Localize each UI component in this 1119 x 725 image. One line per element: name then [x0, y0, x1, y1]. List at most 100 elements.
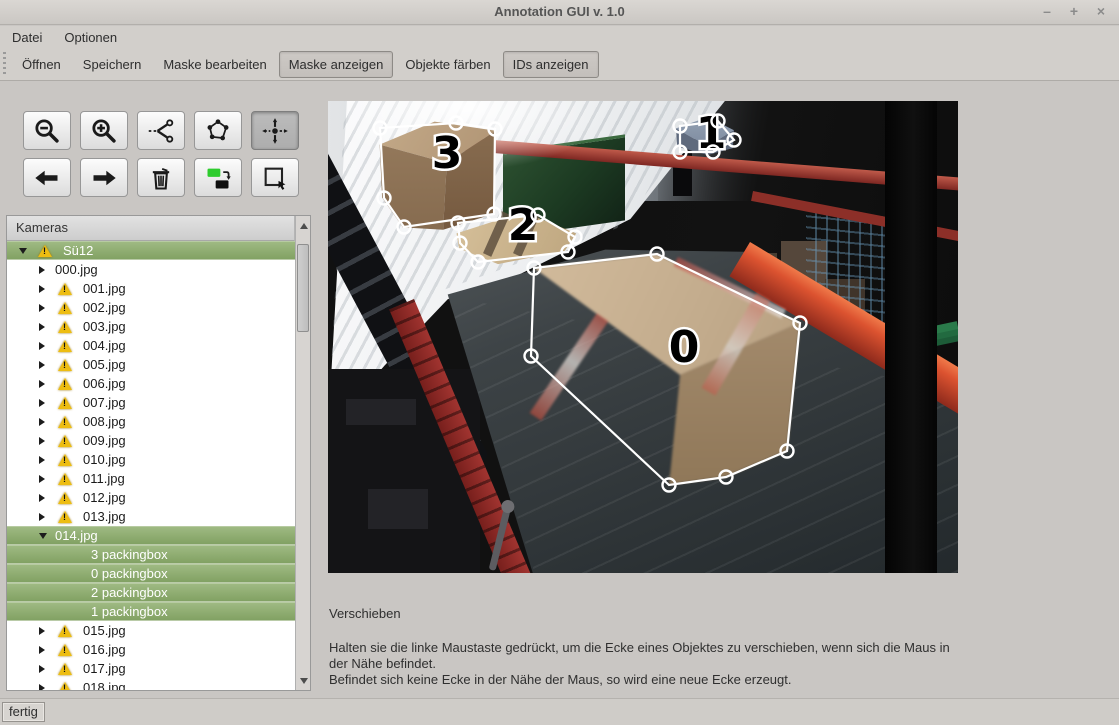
expand-icon[interactable]	[39, 418, 55, 426]
zoom-in-button[interactable]	[80, 111, 128, 150]
close-button[interactable]: ×	[1093, 3, 1109, 19]
expand-icon[interactable]	[39, 646, 55, 654]
warning-icon	[58, 511, 72, 523]
tree-row-3-packingbox[interactable]: 3 packingbox	[7, 545, 296, 564]
swap-object-color-button[interactable]	[194, 158, 242, 197]
tree-row-007-jpg[interactable]: 007.jpg	[7, 393, 296, 412]
tree-row-005-jpg[interactable]: 005.jpg	[7, 355, 296, 374]
tree-row-0-packingbox[interactable]: 0 packingbox	[7, 564, 296, 583]
tree-scrollbar[interactable]	[295, 216, 310, 690]
tree-row-010-jpg[interactable]: 010.jpg	[7, 450, 296, 469]
expand-icon[interactable]	[39, 342, 55, 350]
tree-row-2-packingbox[interactable]: 2 packingbox	[7, 583, 296, 602]
tree-row-000-jpg[interactable]: 000.jpg	[7, 260, 296, 279]
edit-mask-button[interactable]: Maske bearbeiten	[153, 51, 276, 78]
show-ids-toggle[interactable]: IDs anzeigen	[503, 51, 599, 78]
expand-icon[interactable]	[39, 513, 55, 521]
polygon-tool-button[interactable]	[194, 111, 242, 150]
tree-row-004-jpg[interactable]: 004.jpg	[7, 336, 296, 355]
expand-icon[interactable]	[39, 285, 55, 293]
expand-icon[interactable]	[39, 627, 55, 635]
expand-icon[interactable]	[39, 437, 55, 445]
save-button[interactable]: Speichern	[73, 51, 152, 78]
previous-image-button[interactable]	[23, 158, 71, 197]
expand-icon[interactable]	[39, 323, 55, 331]
expand-icon[interactable]	[39, 456, 55, 464]
annotation-object-1[interactable]: 1	[674, 108, 741, 159]
move-crosshair-icon	[261, 117, 289, 145]
tree-row-009-jpg[interactable]: 009.jpg	[7, 431, 296, 450]
expand-icon[interactable]	[39, 266, 55, 274]
tool-palette	[23, 111, 301, 197]
tree-row-018-jpg[interactable]: 018.jpg	[7, 678, 296, 690]
warning-icon	[58, 435, 72, 447]
open-button[interactable]: Öffnen	[12, 51, 71, 78]
collapse-icon[interactable]	[39, 533, 55, 539]
expand-icon[interactable]	[39, 475, 55, 483]
tree-row-006-jpg[interactable]: 006.jpg	[7, 374, 296, 393]
delete-object-button[interactable]	[137, 158, 185, 197]
object-polygon[interactable]	[531, 254, 800, 485]
menu-optionen[interactable]: Optionen	[64, 30, 117, 45]
object-id-label: 2	[508, 200, 539, 251]
menu-datei[interactable]: Datei	[12, 30, 42, 45]
annotation-object-0[interactable]: 0	[525, 248, 807, 492]
tree-row-001-jpg[interactable]: 001.jpg	[7, 279, 296, 298]
tree-row-002-jpg[interactable]: 002.jpg	[7, 298, 296, 317]
tree-row-016-jpg[interactable]: 016.jpg	[7, 640, 296, 659]
tree-item-label: 012.jpg	[83, 490, 126, 505]
tree-row-014-jpg[interactable]: 014.jpg	[7, 526, 296, 545]
tree-row-017-jpg[interactable]: 017.jpg	[7, 659, 296, 678]
tree-row-011-jpg[interactable]: 011.jpg	[7, 469, 296, 488]
move-vertex-button[interactable]	[251, 111, 299, 150]
tree-row-1-packingbox[interactable]: 1 packingbox	[7, 602, 296, 621]
expand-icon[interactable]	[39, 399, 55, 407]
cut-polygon-button[interactable]	[137, 111, 185, 150]
title-bar[interactable]: Annotation GUI v. 1.0 – + ×	[0, 0, 1119, 25]
mode-title: Verschieben	[329, 606, 401, 621]
expand-icon[interactable]	[39, 494, 55, 502]
expand-icon[interactable]	[39, 380, 55, 388]
tree-item-label: 0 packingbox	[91, 566, 168, 581]
scroll-down-icon[interactable]	[297, 674, 310, 687]
tree-item-label: 2 packingbox	[91, 585, 168, 600]
tree-item-label: 003.jpg	[83, 319, 126, 334]
warning-icon	[58, 302, 72, 314]
tree-row-003-jpg[interactable]: 003.jpg	[7, 317, 296, 336]
tree-header[interactable]: Kameras	[7, 216, 295, 241]
warning-icon	[58, 625, 72, 637]
tree-item-label: 007.jpg	[83, 395, 126, 410]
show-mask-toggle[interactable]: Maske anzeigen	[279, 51, 394, 78]
maximize-button[interactable]: +	[1066, 3, 1082, 19]
rect-select-button[interactable]	[251, 158, 299, 197]
next-image-button[interactable]	[80, 158, 128, 197]
scrollbar-thumb[interactable]	[297, 244, 309, 332]
expand-icon[interactable]	[39, 304, 55, 312]
scroll-up-icon[interactable]	[297, 219, 310, 232]
expand-icon[interactable]	[39, 684, 55, 691]
annotation-object-3[interactable]: 3	[374, 117, 502, 234]
camera-tree-panel: Kameras Sü12000.jpg001.jpg002.jpg 003.jpg…	[6, 215, 311, 691]
tree-row-015-jpg[interactable]: 015.jpg	[7, 621, 296, 640]
warning-icon	[58, 397, 72, 409]
toolbar-grip-icon[interactable]	[3, 52, 6, 76]
annotation-canvas[interactable]: 3 1 2 0	[328, 101, 958, 573]
zoom-out-button[interactable]	[23, 111, 71, 150]
tree-row-013-jpg[interactable]: 013.jpg	[7, 507, 296, 526]
polygon-icon	[204, 117, 232, 145]
expand-icon[interactable]	[39, 665, 55, 673]
tree-row-012-jpg[interactable]: 012.jpg	[7, 488, 296, 507]
rect-select-icon	[261, 164, 289, 192]
object-id-label: 3	[432, 128, 463, 179]
tree-item-label: 1 packingbox	[91, 604, 168, 619]
color-objects-button[interactable]: Objekte färben	[395, 51, 500, 78]
warning-icon	[58, 492, 72, 504]
warning-icon	[58, 340, 72, 352]
annotation-object-2[interactable]: 2	[452, 200, 582, 269]
collapse-icon[interactable]	[19, 248, 35, 254]
expand-icon[interactable]	[39, 361, 55, 369]
tree-row-s-12[interactable]: Sü12	[7, 241, 296, 260]
minimize-button[interactable]: –	[1039, 3, 1055, 19]
tree-row-008-jpg[interactable]: 008.jpg	[7, 412, 296, 431]
tree-item-label: 008.jpg	[83, 414, 126, 429]
